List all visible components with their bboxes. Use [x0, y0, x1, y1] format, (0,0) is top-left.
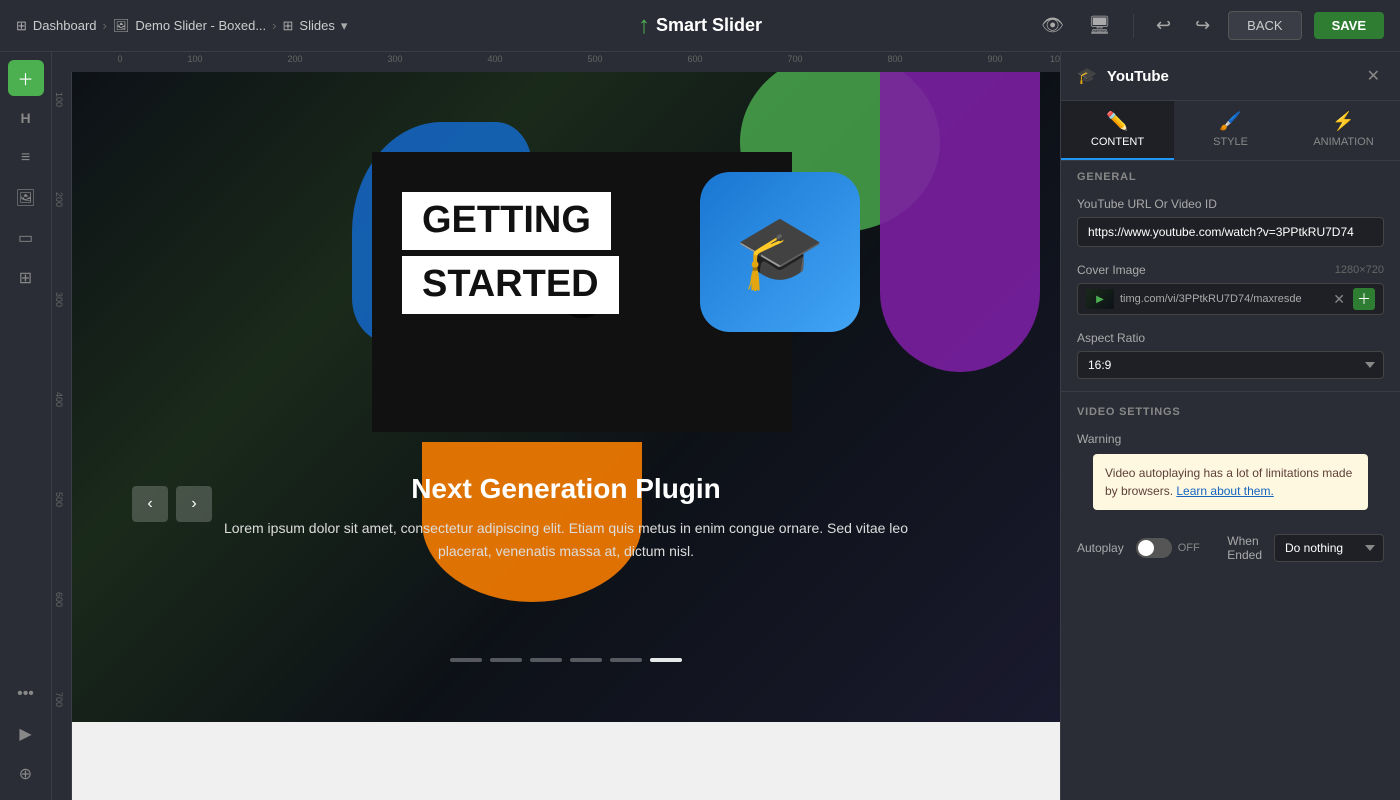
- warning-label: Warning: [1077, 432, 1384, 446]
- tab-content[interactable]: ✏️ CONTENT: [1061, 101, 1174, 160]
- panel-header: 🎓 YouTube ✕: [1061, 52, 1400, 101]
- nav-right: 👁 🖥 ↩ ↪ BACK SAVE: [1035, 11, 1384, 40]
- panel-title: YouTube: [1107, 68, 1353, 85]
- autoplay-label: Autoplay: [1077, 541, 1124, 555]
- dot-3[interactable]: [530, 658, 562, 662]
- autoplay-off-label: OFF: [1178, 542, 1200, 554]
- slide-title: Next Generation Plugin: [72, 473, 1060, 505]
- warning-link[interactable]: Learn about them.: [1176, 484, 1273, 498]
- sidebar-settings-button[interactable]: ⊕: [8, 756, 44, 792]
- cover-image-group: Cover Image 1280×720 ▶ timg.com/vi/3PPtk…: [1061, 255, 1400, 323]
- autoplay-toggle-wrap: OFF: [1136, 538, 1200, 558]
- getting-started-text: GETTING STARTED: [402, 192, 619, 314]
- autoplay-row: Autoplay OFF When Ended Do nothing Loop …: [1061, 526, 1400, 570]
- canvas-content[interactable]: GETTING STARTED ▶ 🎓 Next Generation Plug…: [72, 72, 1060, 800]
- dot-6[interactable]: [650, 658, 682, 662]
- smartslider-badge: 🎓: [700, 172, 860, 332]
- left-sidebar: ＋ H ≡ 🖼 ▭ ⊞ ••• ▶ ⊕: [0, 52, 52, 800]
- cover-image-actions: ✕: [1331, 289, 1347, 310]
- toggle-knob: [1138, 540, 1154, 556]
- slide-description: Lorem ipsum dolor sit amet, consectetur …: [216, 517, 916, 562]
- cover-clear-button[interactable]: ✕: [1331, 289, 1347, 310]
- dot-4[interactable]: [570, 658, 602, 662]
- app-logo: ↑ Smart Slider: [638, 12, 762, 40]
- redo-button[interactable]: ↪: [1189, 11, 1216, 40]
- sidebar-play-button[interactable]: ▶: [8, 716, 44, 752]
- next-arrow[interactable]: ›: [176, 486, 212, 522]
- cover-image-row: ▶ timg.com/vi/3PPtkRU7D74/maxresde ✕ ＋: [1077, 283, 1384, 315]
- style-tab-icon: 🖌️: [1219, 111, 1241, 132]
- general-section-header: GENERAL: [1061, 161, 1400, 189]
- youtube-panel-icon: 🎓: [1077, 66, 1097, 86]
- youtube-url-label: YouTube URL Or Video ID: [1077, 197, 1384, 211]
- cover-image-size: 1280×720: [1335, 264, 1384, 276]
- save-button[interactable]: SAVE: [1314, 12, 1384, 39]
- cover-image-thumb: ▶: [1086, 289, 1114, 309]
- dashboard-link[interactable]: Dashboard: [33, 18, 97, 33]
- sidebar-grid-button[interactable]: ⊞: [8, 260, 44, 296]
- warning-group: Warning Video autoplaying has a lot of l…: [1061, 424, 1400, 526]
- breadcrumb: ⊞ Dashboard › 🖼 Demo Slider - Boxed... ›…: [16, 18, 347, 34]
- shape-purple: [880, 72, 1040, 372]
- when-ended-select[interactable]: Do nothing Loop Stop Hide: [1274, 534, 1384, 562]
- video-settings-header: VIDEO SETTINGS: [1061, 396, 1400, 424]
- dot-5[interactable]: [610, 658, 642, 662]
- slides-link[interactable]: Slides: [299, 18, 334, 33]
- slider-bottom-text: Next Generation Plugin Lorem ipsum dolor…: [72, 473, 1060, 562]
- youtube-url-group: YouTube URL Or Video ID: [1061, 189, 1400, 255]
- aspect-ratio-select-row: 16:9 4:3 1:1 21:9: [1077, 351, 1384, 379]
- ruler-top: 0 100 200 300 400 500 600 700 800 900 10…: [52, 52, 1060, 72]
- aspect-ratio-group: Aspect Ratio 16:9 4:3 1:1 21:9: [1061, 323, 1400, 387]
- sidebar-more-button[interactable]: •••: [8, 676, 44, 712]
- dot-1[interactable]: [450, 658, 482, 662]
- main-layout: ＋ H ≡ 🖼 ▭ ⊞ ••• ▶ ⊕ 0 100 200 300 400 50…: [0, 52, 1400, 800]
- dot-2[interactable]: [490, 658, 522, 662]
- canvas-area: 0 100 200 300 400 500 600 700 800 900 10…: [52, 52, 1060, 800]
- youtube-url-input[interactable]: [1077, 217, 1384, 247]
- slider-preview: GETTING STARTED ▶ 🎓 Next Generation Plug…: [72, 72, 1060, 722]
- demo-slider-link[interactable]: Demo Slider - Boxed...: [135, 18, 266, 33]
- preview-button[interactable]: 👁: [1035, 11, 1070, 40]
- sidebar-heading-button[interactable]: H: [8, 100, 44, 136]
- cover-image-url: timg.com/vi/3PPtkRU7D74/maxresde: [1120, 293, 1325, 305]
- chevron-down-icon: ▾: [341, 18, 348, 34]
- getting-started-line1: GETTING: [402, 192, 611, 250]
- canvas-below-area: [72, 722, 1060, 800]
- aspect-ratio-label: Aspect Ratio: [1077, 331, 1384, 345]
- grid-icon: ⊞: [283, 18, 294, 34]
- aspect-ratio-select[interactable]: 16:9 4:3 1:1 21:9: [1077, 351, 1384, 379]
- panel-close-button[interactable]: ✕: [1363, 64, 1384, 88]
- ruler-left: 100 200 300 400 500 600 700: [52, 72, 72, 800]
- getting-started-line2: STARTED: [402, 256, 619, 314]
- panel-tabs: ✏️ CONTENT 🖌️ STYLE ⚡ ANIMATION: [1061, 101, 1400, 161]
- panel-body: GENERAL YouTube URL Or Video ID Cover Im…: [1061, 161, 1400, 800]
- autoplay-toggle[interactable]: [1136, 538, 1172, 558]
- desktop-button[interactable]: 🖥: [1082, 11, 1117, 40]
- when-ended-label: When Ended: [1227, 534, 1262, 562]
- sidebar-shape-button[interactable]: ▭: [8, 220, 44, 256]
- animation-tab-icon: ⚡: [1332, 111, 1354, 132]
- slider-dots: [450, 658, 682, 662]
- content-tab-icon: ✏️: [1106, 111, 1128, 132]
- right-panel: 🎓 YouTube ✕ ✏️ CONTENT 🖌️ STYLE ⚡ ANIMAT…: [1060, 52, 1400, 800]
- image-icon: 🖼: [113, 18, 130, 34]
- tab-animation[interactable]: ⚡ ANIMATION: [1287, 101, 1400, 160]
- warning-box: Video autoplaying has a lot of limitatio…: [1093, 454, 1368, 510]
- prev-arrow[interactable]: ‹: [132, 486, 168, 522]
- sidebar-add-button[interactable]: ＋: [8, 60, 44, 96]
- cover-add-button[interactable]: ＋: [1353, 288, 1375, 310]
- tab-style[interactable]: 🖌️ STYLE: [1174, 101, 1287, 160]
- back-button[interactable]: BACK: [1228, 11, 1301, 40]
- sidebar-image-button[interactable]: 🖼: [8, 180, 44, 216]
- canvas-wrapper: 100 200 300 400 500 600 700: [52, 72, 1060, 800]
- section-divider: [1061, 391, 1400, 392]
- top-nav: ⊞ Dashboard › 🖼 Demo Slider - Boxed... ›…: [0, 0, 1400, 52]
- home-icon: ⊞: [16, 18, 27, 34]
- sidebar-text-button[interactable]: ≡: [8, 140, 44, 176]
- cover-image-label: Cover Image 1280×720: [1077, 263, 1384, 277]
- undo-button[interactable]: ↩: [1150, 11, 1177, 40]
